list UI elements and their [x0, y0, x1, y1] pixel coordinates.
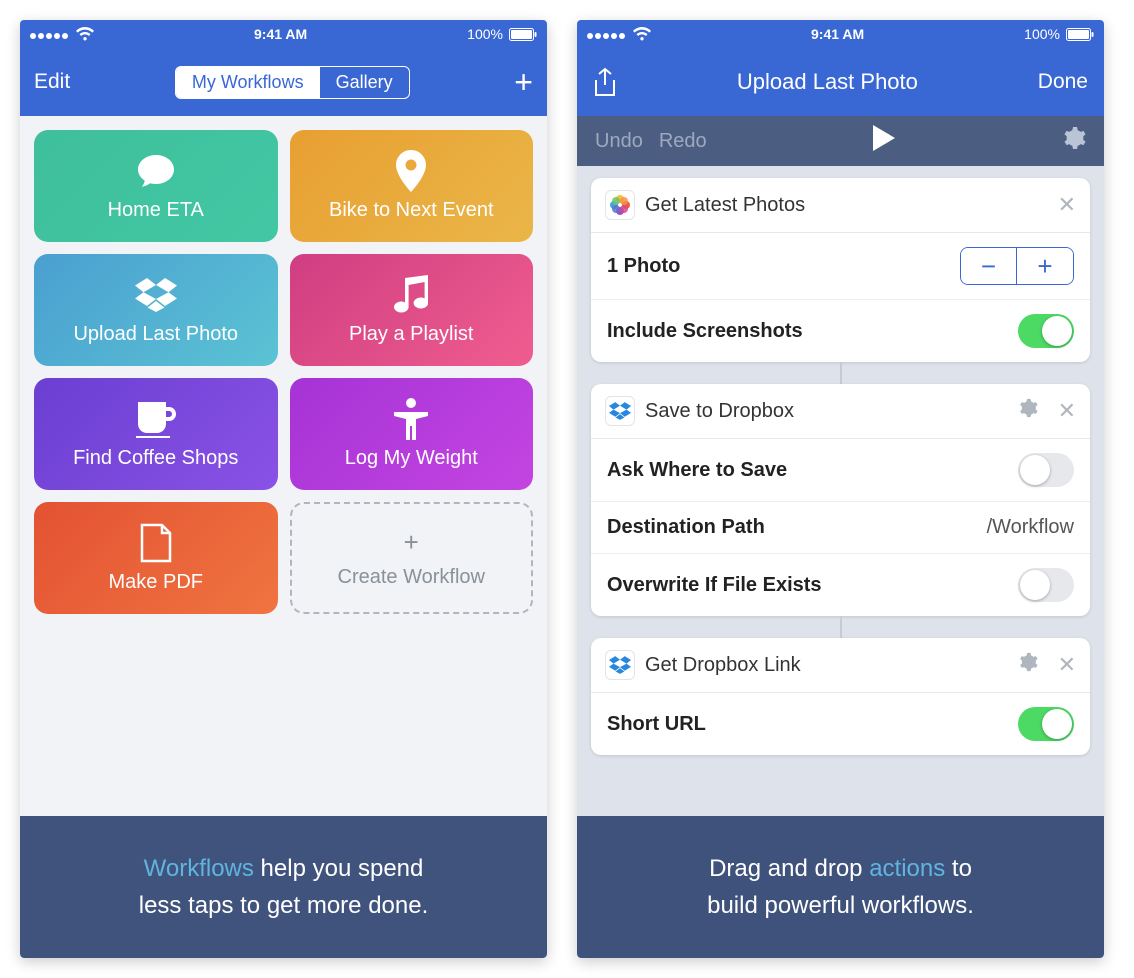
close-icon[interactable]: ✕ [1058, 398, 1076, 424]
include-screenshots-label: Include Screenshots [607, 320, 803, 343]
card-label: Log My Weight [345, 447, 478, 470]
stepper-plus[interactable]: + [1017, 248, 1073, 284]
editor-toolbar: Undo Redo [577, 116, 1104, 166]
wifi-icon [76, 27, 94, 41]
ask-where-label: Ask Where to Save [607, 459, 787, 482]
short-url-label: Short URL [607, 713, 706, 736]
dest-path-value[interactable]: /Workflow [987, 516, 1074, 539]
card-label: Create Workflow [338, 566, 485, 589]
add-workflow-button[interactable]: + [514, 66, 533, 98]
coffee-cup-icon [136, 399, 176, 439]
overwrite-toggle[interactable] [1018, 568, 1074, 602]
photo-count-stepper[interactable]: − + [960, 247, 1074, 285]
close-icon[interactable]: ✕ [1058, 652, 1076, 678]
body-icon [394, 399, 428, 439]
document-icon [140, 523, 172, 563]
wifi-icon [633, 27, 651, 41]
action-get-dropbox-link[interactable]: Get Dropbox Link ✕ Short URL [591, 638, 1090, 755]
workflow-card-home-eta[interactable]: Home ETA [34, 130, 278, 242]
card-label: Play a Playlist [349, 323, 474, 346]
connector-line [840, 616, 842, 638]
card-label: Upload Last Photo [73, 323, 238, 346]
nav-bar: Upload Last Photo Done [577, 48, 1104, 116]
action-title: Get Latest Photos [645, 194, 1038, 217]
undo-button[interactable]: Undo [595, 130, 643, 153]
action-title: Get Dropbox Link [645, 654, 998, 677]
plus-icon: + [404, 527, 419, 558]
edit-button[interactable]: Edit [34, 70, 70, 94]
include-screenshots-toggle[interactable] [1018, 314, 1074, 348]
ask-where-toggle[interactable] [1018, 453, 1074, 487]
promo-banner: Workflows help you spend less taps to ge… [20, 816, 547, 958]
workflow-card-pdf[interactable]: Make PDF [34, 502, 278, 614]
card-label: Home ETA [108, 199, 204, 222]
status-bar: 9:41 AM 100% [577, 20, 1104, 48]
close-icon[interactable]: ✕ [1058, 192, 1076, 218]
battery-percent: 100% [1024, 26, 1060, 42]
workflow-card-upload-photo[interactable]: Upload Last Photo [34, 254, 278, 366]
status-time: 9:41 AM [811, 26, 864, 42]
music-note-icon [394, 275, 428, 315]
dest-path-label: Destination Path [607, 516, 765, 539]
photos-app-icon [605, 190, 635, 220]
card-label: Bike to Next Event [329, 199, 494, 222]
card-label: Find Coffee Shops [73, 447, 238, 470]
nav-title: Upload Last Photo [737, 69, 918, 95]
overwrite-label: Overwrite If File Exists [607, 574, 822, 597]
battery-icon [509, 28, 537, 41]
done-button[interactable]: Done [1038, 70, 1088, 94]
promo-banner: Drag and drop actions to build powerful … [577, 816, 1104, 958]
status-bar: 9:41 AM 100% [20, 20, 547, 48]
short-url-toggle[interactable] [1018, 707, 1074, 741]
dropbox-app-icon [605, 396, 635, 426]
action-title: Save to Dropbox [645, 400, 998, 423]
stepper-minus[interactable]: − [961, 248, 1017, 284]
signal-dots-icon [30, 26, 70, 42]
signal-dots-icon [587, 26, 627, 42]
play-button[interactable] [873, 125, 895, 157]
phone-right: 9:41 AM 100% Upload Last Photo Done Undo… [577, 20, 1104, 958]
location-pin-icon [396, 151, 426, 191]
share-button[interactable] [593, 67, 617, 97]
action-settings-icon[interactable] [1018, 398, 1038, 424]
battery-percent: 100% [467, 26, 503, 42]
create-workflow-button[interactable]: + Create Workflow [290, 502, 534, 614]
photo-count-label: 1 Photo [607, 255, 680, 278]
segment-gallery[interactable]: Gallery [320, 67, 409, 98]
promo-highlight: actions [869, 855, 945, 882]
action-settings-icon[interactable] [1018, 652, 1038, 678]
status-time: 9:41 AM [254, 26, 307, 42]
workflow-card-weight[interactable]: Log My Weight [290, 378, 534, 490]
phone-left: 9:41 AM 100% Edit My Workflows Gallery +… [20, 20, 547, 958]
settings-button[interactable] [1062, 126, 1086, 156]
nav-bar: Edit My Workflows Gallery + [20, 48, 547, 116]
workflow-card-coffee[interactable]: Find Coffee Shops [34, 378, 278, 490]
connector-line [840, 362, 842, 384]
redo-button[interactable]: Redo [659, 130, 707, 153]
action-save-dropbox[interactable]: Save to Dropbox ✕ Ask Where to Save Dest… [591, 384, 1090, 616]
action-get-latest-photos[interactable]: Get Latest Photos ✕ 1 Photo − + Include … [591, 178, 1090, 362]
dropbox-icon [135, 275, 177, 315]
battery-icon [1066, 28, 1094, 41]
card-label: Make PDF [109, 571, 203, 594]
workflow-card-bike[interactable]: Bike to Next Event [290, 130, 534, 242]
promo-highlight: Workflows [144, 855, 254, 882]
dropbox-app-icon [605, 650, 635, 680]
workflow-card-playlist[interactable]: Play a Playlist [290, 254, 534, 366]
segmented-control[interactable]: My Workflows Gallery [175, 66, 410, 99]
chat-icon [136, 151, 176, 191]
segment-my-workflows[interactable]: My Workflows [176, 67, 320, 98]
